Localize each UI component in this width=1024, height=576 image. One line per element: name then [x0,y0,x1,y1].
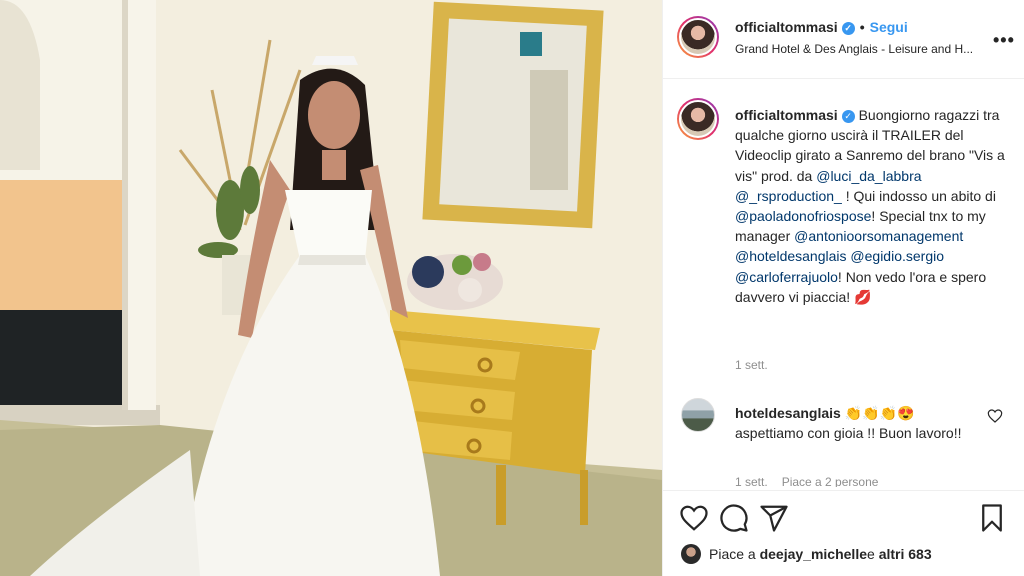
mention-link[interactable]: @hoteldesanglais [735,248,847,264]
likes-prefix: Piace a [709,546,756,562]
liker-username[interactable]: deejay_michelle [760,546,867,562]
mention-link[interactable]: @_rsproduction_ [735,188,842,204]
post-location[interactable]: Grand Hotel & Des Anglais - Leisure and … [735,42,975,56]
bookmark-icon[interactable] [977,503,1007,533]
post-panel: officialtommasi ✓ • Segui Grand Hotel & Des… [662,0,1024,576]
heart-icon[interactable] [679,503,709,533]
comment-likes[interactable]: Piace a 2 persone [782,475,879,487]
commenter-avatar[interactable] [681,398,715,432]
mention-link[interactable]: @antonioorsomanagement [794,228,963,244]
mention-link[interactable]: @paoladonofriospose [735,208,871,224]
likes-summary: Piace a deejay_michelle e altri 683 [681,544,932,564]
mention-link[interactable]: @carloferrajuolo [735,269,838,285]
post-photo[interactable] [0,0,662,576]
comment-text: hoteldesanglais 👏👏👏😍 aspettiamo con gioi… [735,403,975,443]
caption-timestamp[interactable]: 1 sett. [735,358,768,372]
mention-link[interactable]: @luci_da_labbra [816,168,921,184]
post-header: officialtommasi ✓ • Segui Grand Hotel & Des… [663,0,1024,79]
verified-icon: ✓ [841,22,855,35]
likes-others[interactable]: altri 683 [879,546,932,562]
author-username[interactable]: officialtommasi [735,19,838,35]
header-user-line: officialtommasi ✓ • Segui [735,19,908,35]
caption-avatar[interactable] [677,98,719,140]
commenter-username[interactable]: hoteldesanglais [735,405,841,421]
instagram-post: officialtommasi ✓ • Segui Grand Hotel & Des… [0,0,1024,576]
likes-middle: e [867,546,875,562]
share-icon[interactable] [759,503,789,533]
comment-timestamp[interactable]: 1 sett. [735,475,768,487]
caption-username[interactable]: officialtommasi [735,107,838,123]
separator-dot: • [859,19,865,35]
liker-avatar[interactable] [681,544,701,564]
comment-like-icon[interactable] [987,408,1003,424]
verified-icon: ✓ [841,110,855,123]
follow-button[interactable]: Segui [870,19,908,35]
mention-link[interactable]: @egidio.sergio [850,248,944,264]
comment-icon[interactable] [719,503,749,533]
caption-part-2: ! Qui indosso un abito di [841,187,996,204]
more-icon[interactable]: ••• [993,30,1015,51]
caption-text: officialtommasi ✓ Buongiorno ragazzi tra … [735,105,1005,307]
author-avatar[interactable] [677,16,719,58]
comment-meta: 1 sett. Piace a 2 persone [735,475,892,487]
action-bar: Piace a deejay_michelle e altri 683 [663,490,1024,576]
wedding-dress-photo [0,0,662,576]
